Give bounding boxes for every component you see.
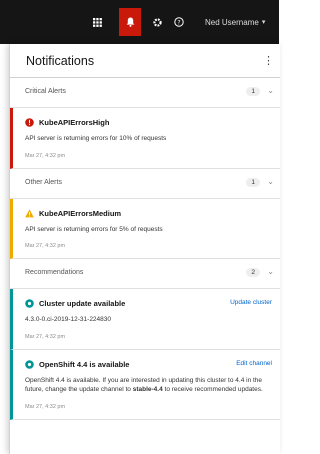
group-title: Critical Alerts xyxy=(25,88,66,95)
chevron-down-icon[interactable]: ⌄ xyxy=(267,267,274,276)
group-recommendations[interactable]: Recommendations 2 ⌄ xyxy=(10,259,280,289)
group-critical-alerts[interactable]: Critical Alerts 1 ⌄ xyxy=(10,78,280,108)
help-glyph: ? xyxy=(177,19,180,26)
group-count-badge: 1 xyxy=(246,177,260,187)
edit-channel-link[interactable]: Edit channel xyxy=(236,360,272,367)
notification-timestamp: Mar 27, 4:32 pm xyxy=(25,403,66,410)
group-other-alerts[interactable]: Other Alerts 1 ⌄ xyxy=(10,169,280,199)
notification-description: 4.3.0-0.ci-2019-12-31-224830 xyxy=(25,316,112,323)
group-title: Other Alerts xyxy=(25,178,62,186)
notification-timestamp: Mar 27, 4:32 pm xyxy=(25,152,66,159)
grid-icon xyxy=(92,17,102,27)
masthead: ? Ned Username ▾ xyxy=(0,0,279,44)
notification-description: API server is returning errors for 10% o… xyxy=(25,135,167,142)
notification-title[interactable]: Cluster update available xyxy=(39,299,125,308)
notification-timestamp: Mar 27, 4:32 pm xyxy=(25,243,66,249)
kebab-menu-icon[interactable]: ⋮ xyxy=(263,54,274,67)
drawer-title: Notifications xyxy=(26,54,95,68)
warning-triangle-icon xyxy=(25,208,34,218)
notification-description: OpenShift 4.4 is available. If you are i… xyxy=(25,376,272,395)
notification-title[interactable]: OpenShift 4.4 is available xyxy=(39,360,129,369)
notification-title[interactable]: KubeAPIErrorsHigh xyxy=(39,118,109,127)
chevron-down-icon[interactable]: ⌄ xyxy=(267,177,274,186)
help-icon: ? xyxy=(174,17,184,27)
info-circle-icon xyxy=(25,359,34,369)
info-circle-icon xyxy=(25,299,34,308)
group-count-badge: 1 xyxy=(246,87,260,96)
drawer-header: Notifications ⋮ xyxy=(10,44,280,78)
group-count-badge: 2 xyxy=(246,268,260,277)
app-launcher-button[interactable] xyxy=(84,0,110,44)
settings-button[interactable] xyxy=(146,0,168,44)
group-title: Recommendations xyxy=(25,269,84,276)
notification-description: API server is returning errors for 5% of… xyxy=(25,225,163,233)
notification-item[interactable]: KubeAPIErrorsMedium API server is return… xyxy=(10,198,280,259)
notifications-button[interactable] xyxy=(119,8,141,36)
notification-timestamp: Mar 27, 4:32 pm xyxy=(25,333,66,340)
channel-name: stable-4.4 xyxy=(132,386,163,393)
gear-icon xyxy=(152,17,162,27)
description-text: to receive recommended updates. xyxy=(162,386,263,393)
chevron-down-icon: ▾ xyxy=(261,19,266,26)
update-cluster-link[interactable]: Update cluster xyxy=(230,299,272,306)
exclamation-circle-icon xyxy=(25,118,34,127)
notification-item[interactable]: KubeAPIErrorsHigh API server is returnin… xyxy=(10,108,280,169)
user-menu-button[interactable]: Ned Username ▾ xyxy=(205,0,275,44)
notification-item[interactable]: Cluster update available Update cluster … xyxy=(10,289,280,350)
notification-title[interactable]: KubeAPIErrorsMedium xyxy=(39,209,121,218)
notification-drawer: Notifications ⋮ Critical Alerts 1 ⌄ Kube… xyxy=(9,44,280,454)
bell-icon xyxy=(126,17,134,27)
notification-item[interactable]: OpenShift 4.4 is available Edit channel … xyxy=(10,349,280,420)
help-button[interactable]: ? xyxy=(168,0,190,44)
chevron-down-icon[interactable]: ⌄ xyxy=(267,86,274,95)
user-name: Ned Username xyxy=(205,17,259,27)
